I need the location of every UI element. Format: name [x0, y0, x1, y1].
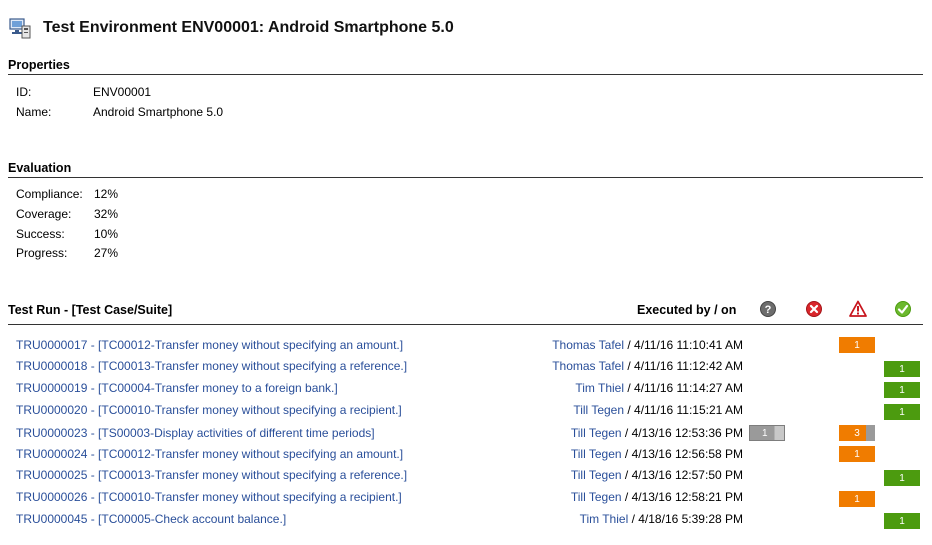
user-link[interactable]: Till Tegen [573, 403, 624, 417]
evaluation-value: 27% [94, 246, 119, 260]
user-link[interactable]: Till Tegen [571, 468, 622, 482]
properties-title: Properties [8, 58, 923, 75]
test-run-link[interactable]: TRU0000026 - [TC00010-Transfer money wit… [16, 490, 402, 504]
property-name-row: Name: Android Smartphone 5.0 [16, 105, 223, 119]
page-title: Test Environment ENV00001: Android Smart… [43, 19, 454, 36]
property-value: Android Smartphone 5.0 [93, 105, 224, 119]
passed-icon [895, 301, 911, 317]
evaluation-key: Coverage: [16, 207, 72, 221]
executed-on: / 4/11/16 11:14:27 AM [624, 381, 743, 395]
test-run-link[interactable]: TRU0000024 - [TC00012-Transfer money wit… [16, 447, 403, 461]
table-row: TRU0000045 - [TC00005-Check account bala… [0, 509, 932, 530]
evaluation-key: Success: [16, 227, 65, 241]
property-key: Name: [16, 105, 52, 119]
warning-icon [849, 300, 867, 317]
user-link[interactable]: Till Tegen [571, 447, 622, 461]
runs-table-header: Test Run - [Test Case/Suite] Executed by… [8, 300, 923, 325]
warning-count-badge: 1 [839, 337, 875, 353]
evaluation-compliance-row: Compliance: 12% [16, 187, 118, 201]
test-run-link[interactable]: TRU0000020 - [TC00010-Transfer money wit… [16, 403, 402, 417]
executed-by: Till Tegen / 4/13/16 12:56:58 PM [571, 447, 743, 461]
test-run-link[interactable]: TRU0000045 - [TC00005-Check account bala… [16, 512, 286, 526]
executed-by: Tim Thiel / 4/11/16 11:14:27 AM [575, 381, 743, 395]
evaluation-title: Evaluation [8, 161, 923, 178]
column-header-executed-by: Executed by / on [637, 303, 737, 317]
properties-section: Properties [8, 58, 923, 75]
executed-on: / 4/11/16 11:10:41 AM [624, 338, 743, 352]
user-link[interactable]: Tim Thiel [575, 381, 624, 395]
table-row: TRU0000020 - [TC00010-Transfer money wit… [0, 400, 932, 421]
table-row: TRU0000019 - [TC00004-Transfer money to … [0, 378, 932, 399]
user-link[interactable]: Till Tegen [571, 490, 622, 504]
passed-count-badge: 1 [884, 470, 920, 486]
passed-count-badge: 1 [884, 361, 920, 377]
table-row: TRU0000017 - [TC00012-Transfer money wit… [0, 335, 932, 356]
test-run-link[interactable]: TRU0000025 - [TC00013-Transfer money wit… [16, 468, 407, 482]
executed-on: / 4/18/16 5:39:28 PM [628, 512, 743, 526]
unknown-icon: ? [760, 301, 776, 317]
test-run-link[interactable]: TRU0000019 - [TC00004-Transfer money to … [16, 381, 338, 395]
evaluation-section: Evaluation [8, 161, 923, 178]
property-id-row: ID: ENV00001 [16, 85, 151, 99]
executed-by: Till Tegen / 4/11/16 11:15:21 AM [573, 403, 743, 417]
svg-text:?: ? [765, 304, 772, 316]
user-link[interactable]: Till Tegen [571, 426, 622, 440]
evaluation-coverage-row: Coverage: 32% [16, 207, 118, 221]
user-link[interactable]: Tim Thiel [580, 512, 629, 526]
test-run-link[interactable]: TRU0000017 - [TC00012-Transfer money wit… [16, 338, 403, 352]
evaluation-key: Progress: [16, 246, 68, 260]
test-run-link[interactable]: TRU0000018 - [TC00013-Transfer money wit… [16, 359, 407, 373]
evaluation-value: 32% [94, 207, 119, 221]
executed-on: / 4/11/16 11:15:21 AM [624, 403, 743, 417]
executed-on: / 4/13/16 12:56:58 PM [621, 447, 743, 461]
property-value: ENV00001 [93, 85, 152, 99]
test-run-link[interactable]: TRU0000023 - [TS00003-Display activities… [16, 426, 375, 440]
warning-count-badge: 1 [839, 491, 875, 507]
column-header-test-run: Test Run - [Test Case/Suite] [8, 303, 173, 317]
executed-by: Till Tegen / 4/13/16 12:57:50 PM [571, 468, 743, 482]
executed-by: Thomas Tafel / 4/11/16 11:10:41 AM [552, 338, 743, 352]
table-row: TRU0000024 - [TC00012-Transfer money wit… [0, 444, 932, 465]
executed-on: / 4/13/16 12:58:21 PM [621, 490, 743, 504]
evaluation-value: 10% [94, 227, 119, 241]
evaluation-progress-row: Progress: 27% [16, 246, 118, 260]
user-link[interactable]: Thomas Tafel [552, 359, 624, 373]
executed-by: Tim Thiel / 4/18/16 5:39:28 PM [580, 512, 743, 526]
warning-count-badge: 3 [839, 425, 875, 441]
passed-count-badge: 1 [884, 382, 920, 398]
table-row: TRU0000025 - [TC00013-Transfer money wit… [0, 465, 932, 486]
table-row: TRU0000026 - [TC00010-Transfer money wit… [0, 487, 932, 508]
table-row: TRU0000018 - [TC00013-Transfer money wit… [0, 356, 932, 377]
passed-count-badge: 1 [884, 404, 920, 420]
user-link[interactable]: Thomas Tafel [552, 338, 624, 352]
evaluation-value: 12% [94, 187, 119, 201]
table-row: TRU0000023 - [TS00003-Display activities… [0, 423, 932, 444]
warning-count-badge: 1 [839, 446, 875, 462]
property-key: ID: [16, 85, 32, 99]
test-environment-icon [9, 18, 31, 39]
page-header: Test Environment ENV00001: Android Smart… [9, 15, 454, 41]
failed-icon [806, 301, 822, 317]
unknown-count-badge: 1 [749, 425, 785, 441]
executed-on: / 4/13/16 12:57:50 PM [621, 468, 743, 482]
evaluation-key: Compliance: [16, 187, 83, 201]
executed-on: / 4/11/16 11:12:42 AM [624, 359, 743, 373]
executed-on: / 4/13/16 12:53:36 PM [621, 426, 743, 440]
executed-by: Till Tegen / 4/13/16 12:58:21 PM [571, 490, 743, 504]
evaluation-success-row: Success: 10% [16, 227, 118, 241]
executed-by: Till Tegen / 4/13/16 12:53:36 PM [571, 426, 743, 440]
passed-count-badge: 1 [884, 513, 920, 529]
executed-by: Thomas Tafel / 4/11/16 11:12:42 AM [552, 359, 743, 373]
